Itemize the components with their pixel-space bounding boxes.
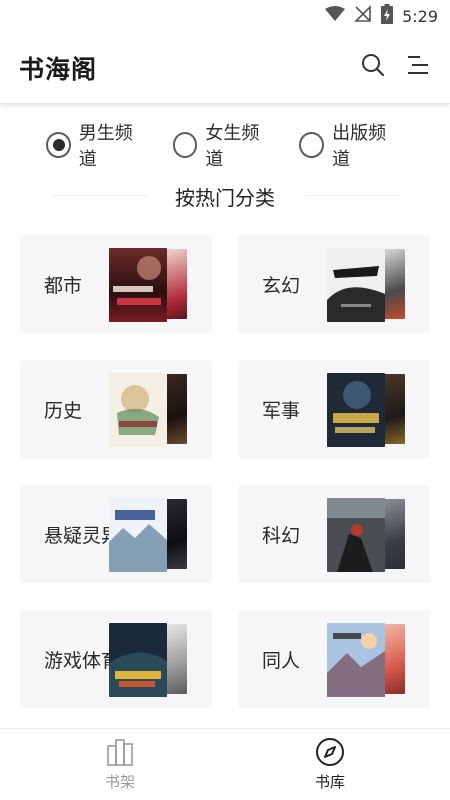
book-cover	[109, 623, 167, 697]
book-cover-back	[383, 374, 405, 444]
category-card-fanfiction[interactable]: 同人	[238, 610, 430, 708]
divider	[305, 195, 400, 196]
nav-label: 书库	[314, 773, 345, 791]
channel-publish[interactable]: 出版频道	[299, 119, 400, 171]
nav-library[interactable]: 书库	[290, 737, 370, 792]
channel-label: 女生频道	[205, 123, 260, 170]
book-cover-back	[383, 499, 405, 569]
bookshelf-icon	[105, 737, 135, 767]
category-label: 历史	[44, 400, 83, 422]
status-icons: 5:29	[325, 4, 438, 28]
category-card-fantasy[interactable]: 玄幻	[238, 235, 430, 333]
category-card-games-sports[interactable]: 游戏体育	[20, 610, 212, 708]
category-label: 都市	[44, 275, 83, 297]
category-card-scifi[interactable]: 科幻	[238, 485, 430, 583]
category-card-urban[interactable]: 都市	[20, 235, 212, 333]
book-cover	[327, 373, 385, 447]
book-cover	[327, 498, 385, 572]
book-cover-back	[165, 249, 187, 319]
category-label: 科幻	[262, 525, 301, 547]
book-cover	[327, 623, 385, 697]
radio-unchecked-icon[interactable]	[172, 132, 198, 158]
status-time: 5:29	[402, 6, 438, 26]
app-header: 书海阁	[0, 32, 450, 104]
channel-label: 出版频道	[332, 123, 387, 170]
status-bar: 5:29	[0, 0, 450, 32]
book-cover	[327, 248, 385, 322]
nav-label: 书架	[104, 773, 135, 791]
menu-button[interactable]	[405, 54, 431, 80]
book-cover-back	[165, 374, 187, 444]
battery-charging-icon	[381, 4, 394, 28]
category-label: 玄幻	[262, 275, 301, 297]
book-cover-back	[383, 249, 405, 319]
book-cover-back	[165, 624, 187, 694]
channel-label: 男生频道	[78, 123, 133, 170]
compass-icon	[315, 737, 345, 767]
search-button[interactable]	[360, 54, 386, 80]
book-cover	[109, 498, 167, 572]
category-card-mystery[interactable]: 悬疑灵异	[20, 485, 212, 583]
category-label: 军事	[262, 400, 301, 422]
book-cover	[109, 373, 167, 447]
nav-bookshelf[interactable]: 书架	[80, 737, 160, 792]
category-card-military[interactable]: 军事	[238, 360, 430, 458]
book-cover-back	[165, 499, 187, 569]
wifi-icon	[325, 6, 346, 26]
search-icon	[361, 53, 385, 81]
section-header: 按热门分类	[0, 180, 450, 210]
radio-checked-icon[interactable]	[46, 132, 71, 158]
category-card-history[interactable]: 历史	[20, 360, 212, 458]
radio-unchecked-icon[interactable]	[299, 132, 325, 158]
book-cover-back	[383, 624, 405, 694]
channel-radio-group: 男生频道 女生频道 出版频道	[46, 123, 426, 170]
category-label: 同人	[262, 650, 301, 672]
channel-male[interactable]: 男生频道	[46, 119, 147, 171]
no-signal-icon	[354, 5, 372, 27]
menu-icon	[406, 54, 430, 80]
section-title: 按热门分类	[175, 186, 275, 210]
channel-female[interactable]: 女生频道	[172, 119, 274, 171]
app-title: 书海阁	[19, 55, 98, 84]
bottom-nav: 书架 书库	[0, 728, 450, 800]
book-cover	[109, 248, 167, 322]
